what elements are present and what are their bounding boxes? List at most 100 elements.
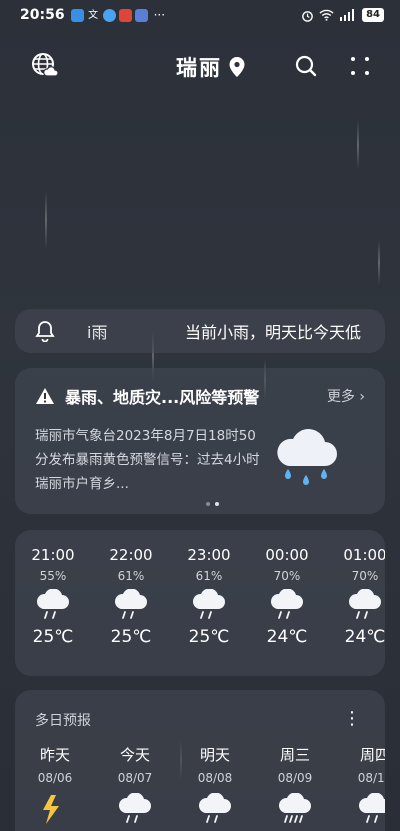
day-date: 08/07 [117, 771, 153, 785]
hourly-item: 21:00 55% 25℃ [23, 546, 83, 647]
more-dots-icon [351, 57, 369, 75]
hour-temp: 25℃ [188, 627, 230, 647]
daily-forecast-title: 多日预报 [35, 713, 91, 729]
day-label: 周四 [359, 746, 385, 764]
city-manage-button[interactable] [30, 52, 60, 80]
day-label: 周三 [279, 746, 310, 764]
rain-icon [198, 792, 231, 823]
search-icon [295, 55, 317, 77]
rain-streak [45, 190, 47, 250]
status-bar: 20:56 文 ··· 84 [0, 0, 400, 30]
day-label: 昨天 [39, 746, 70, 764]
alert-pager [206, 502, 219, 506]
more-notifications-icon: ··· [153, 8, 166, 22]
weather-icon-slot [357, 792, 385, 827]
alert-body: 瑞丽市气象台2023年8月7日18时50分发布暴雨黄色预警信号：过去4小时瑞丽市… [35, 428, 260, 492]
day-label: 明天 [199, 746, 230, 764]
status-time: 20:56 [20, 7, 65, 23]
daily-item[interactable]: 昨天 08/06 [25, 744, 85, 827]
hourly-item: 01:00 70% 24℃ [335, 546, 385, 647]
rain-icon [118, 792, 151, 823]
hour-time: 23:00 [187, 546, 231, 564]
hour-time: 22:00 [109, 546, 153, 564]
light-rain-icon [348, 588, 381, 619]
red-app-icon [118, 8, 132, 22]
hourly-item: 00:00 70% 24℃ [257, 546, 317, 647]
thunder-icon [43, 795, 59, 824]
daily-forecast-card[interactable]: 多日预报 ⋮ 昨天 08/06 今天 08/07 明天 08/08 周三 08/… [15, 690, 385, 831]
cloud-app-icon [70, 8, 84, 22]
hour-time: 01:00 [343, 546, 385, 564]
text-app-icon: 文 [88, 9, 99, 21]
precip-probability: 55% [39, 569, 67, 583]
precip-probability: 61% [195, 569, 223, 583]
light-rain-icon [36, 588, 69, 619]
alert-title: 暴雨、地质灾...风险等预警 [65, 388, 260, 407]
weather-icon-slot [277, 792, 313, 827]
daily-item[interactable]: 周四 08/10 [345, 744, 385, 827]
notice-text-tail: i雨 [87, 323, 108, 342]
top-bar: 瑞丽 [0, 44, 400, 88]
notification-icons: 文 ··· [70, 8, 166, 22]
weather-notice-bar[interactable]: i雨 当前小雨，明天比今天低 [15, 309, 385, 353]
rain-cloud-icon [277, 429, 337, 485]
hour-time: 00:00 [265, 546, 309, 564]
city-name: 瑞丽 [176, 56, 222, 80]
daily-item[interactable]: 今天 08/07 [105, 744, 165, 827]
daily-item[interactable]: 周三 08/09 [265, 744, 325, 827]
hour-temp: 24℃ [266, 627, 308, 647]
day-date: 08/09 [277, 771, 313, 785]
rain-streak [378, 240, 380, 285]
hourly-forecast-card[interactable]: 21:00 55% 25℃ 22:00 61% 25℃ 23:00 61% 25… [15, 530, 385, 676]
hour-temp: 25℃ [32, 627, 74, 647]
globe-cloud-icon [32, 53, 59, 77]
light-rain-icon [270, 588, 303, 619]
alert-title-row: 暴雨、地质灾...风险等预警 [35, 384, 365, 408]
weather-icon-slot [197, 792, 233, 827]
notice-text: 当前小雨，明天比今天低 [185, 323, 362, 342]
light-rain-icon [192, 588, 225, 619]
signal-icon [340, 9, 355, 21]
image-app-icon [134, 8, 148, 22]
rain-streak [357, 120, 359, 170]
day-date: 08/08 [197, 771, 233, 785]
hour-temp: 25℃ [110, 627, 152, 647]
system-icons: 84 [301, 8, 384, 22]
city-title[interactable]: 瑞丽 [176, 52, 246, 82]
blue-app-icon [102, 8, 116, 22]
search-button[interactable] [292, 52, 320, 80]
rain-icon [359, 792, 385, 823]
weather-icon-slot [347, 588, 383, 623]
wifi-icon [319, 9, 334, 21]
warning-icon [36, 388, 54, 404]
pager-dot [206, 502, 210, 506]
daily-item[interactable]: 明天 08/08 [185, 744, 245, 827]
weather-icon-slot [35, 588, 71, 623]
heavy-rain-icon [278, 792, 311, 823]
battery-indicator: 84 [362, 8, 384, 22]
precip-probability: 70% [351, 569, 379, 583]
location-pin-icon [229, 57, 245, 77]
weather-icon-slot [269, 588, 305, 623]
pager-dot-active [215, 502, 219, 506]
weather-icon-slot [191, 588, 227, 623]
hour-temp: 24℃ [344, 627, 385, 647]
day-label: 今天 [119, 746, 150, 764]
weather-alert-card[interactable]: 暴雨、地质灾...风险等预警 更多 › 瑞丽市气象台2023年8月7日18时50… [15, 368, 385, 514]
weather-icon-slot [117, 792, 153, 827]
weather-icon-slot [37, 793, 73, 827]
alarm-icon [302, 10, 313, 22]
hourly-item: 22:00 61% 25℃ [101, 546, 161, 647]
precip-probability: 70% [273, 569, 301, 583]
more-options-button[interactable] [346, 52, 374, 80]
weather-icon-slot [113, 588, 149, 623]
alert-more-link[interactable]: 更多 › [327, 386, 365, 406]
bell-icon [35, 321, 55, 342]
day-date: 08/10 [357, 771, 385, 785]
precip-probability: 61% [117, 569, 145, 583]
hour-time: 21:00 [31, 546, 75, 564]
hourly-item: 23:00 61% 25℃ [179, 546, 239, 647]
daily-menu-button[interactable]: ⋮ [343, 708, 361, 729]
light-rain-icon [114, 588, 147, 619]
day-date: 08/06 [37, 771, 73, 785]
